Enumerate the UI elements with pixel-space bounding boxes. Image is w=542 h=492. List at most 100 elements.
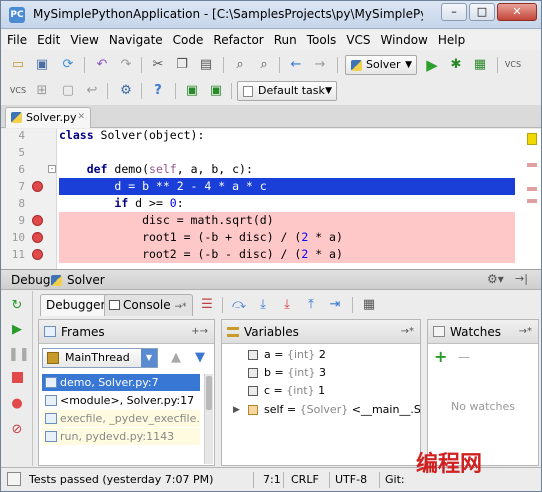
variable-row[interactable]: b = {int} 3: [230, 364, 430, 382]
previous-frame-icon[interactable]: ▲: [167, 349, 185, 367]
lock-icon[interactable]: ⊞: [33, 82, 51, 100]
force-step-into-icon[interactable]: ⤓: [278, 296, 296, 314]
save-icon[interactable]: ▣: [33, 56, 51, 74]
code-line[interactable]: 10 root1 = (-b + disc) / (2 * a): [1, 229, 521, 246]
vcs-update-icon[interactable]: VCS: [504, 56, 522, 74]
menu-vcs[interactable]: VCS: [340, 30, 374, 47]
run-to-cursor-icon[interactable]: ⇥: [326, 296, 344, 314]
code-line[interactable]: 6 - def demo(self, a, b, c):: [1, 161, 521, 178]
pause-icon[interactable]: ❚❚: [8, 346, 30, 364]
forward-icon[interactable]: →: [311, 56, 329, 74]
show-execution-point-icon[interactable]: ☰: [198, 296, 216, 314]
close-tab-icon[interactable]: ✕: [77, 108, 85, 127]
tab-solver-py[interactable]: Solver.py ✕: [5, 107, 91, 128]
maximize-button[interactable]: □: [469, 3, 495, 21]
vcs-commit-icon[interactable]: VCS: [9, 82, 27, 100]
paste-icon[interactable]: ▤: [197, 56, 215, 74]
gear-icon[interactable]: ⚙▾: [487, 272, 504, 286]
remove-watch-button[interactable]: —: [458, 350, 470, 364]
settings-icon[interactable]: ⚙: [117, 82, 135, 100]
code-line[interactable]: 8 if d >= 0:: [1, 195, 521, 212]
code-editor[interactable]: 4 class Solver(object): 5 6 - def demo(s…: [1, 129, 541, 269]
breakpoint-icon[interactable]: [32, 249, 43, 260]
expand-icon[interactable]: ▶: [233, 401, 240, 419]
menu-code[interactable]: Code: [167, 30, 208, 47]
debug-icon[interactable]: ✱: [447, 56, 465, 74]
breakpoint-icon[interactable]: [32, 215, 43, 226]
variable-row[interactable]: a = {int} 2: [230, 346, 430, 364]
frames-scrollbar[interactable]: [204, 374, 213, 464]
revert-icon[interactable]: ↩: [83, 82, 101, 100]
history-icon[interactable]: ▢: [59, 82, 77, 100]
variable-row[interactable]: ▶self = {Solver} <__main__.Solve: [230, 401, 420, 419]
frame-item[interactable]: execfile, _pydev_execfile.py: [42, 410, 200, 427]
find-icon[interactable]: ⌕: [231, 56, 249, 74]
menu-help[interactable]: Help: [432, 30, 469, 47]
resume-icon[interactable]: ▶: [8, 321, 26, 339]
breakpoint-marker[interactable]: [527, 187, 537, 191]
back-icon[interactable]: ←: [287, 56, 305, 74]
menu-file[interactable]: File: [1, 30, 31, 47]
pin-icon[interactable]: →*: [519, 320, 532, 344]
step-out-icon[interactable]: ⤒: [302, 296, 320, 314]
cut-icon[interactable]: ✂: [149, 56, 167, 74]
add-watch-button[interactable]: +: [434, 347, 447, 366]
vcs-branch[interactable]: Git:: [385, 469, 405, 491]
upload-icon[interactable]: ▣: [183, 82, 201, 100]
tab-debugger[interactable]: Debugger: [40, 294, 112, 316]
tab-console[interactable]: Console →*: [104, 294, 193, 316]
menu-refactor[interactable]: Refactor: [207, 30, 267, 47]
code-line[interactable]: 4 class Solver(object):: [1, 129, 521, 144]
fold-icon[interactable]: -: [48, 165, 56, 173]
help-icon[interactable]: ?: [149, 82, 167, 100]
frame-item[interactable]: <module>, Solver.py:17: [42, 392, 200, 409]
breakpoint-marker[interactable]: [527, 199, 537, 203]
menu-window[interactable]: Window: [375, 30, 432, 47]
menu-navigate[interactable]: Navigate: [103, 30, 167, 47]
run-icon[interactable]: ▶: [423, 56, 441, 74]
close-button[interactable]: ✕: [497, 3, 537, 21]
download-icon[interactable]: ▣: [207, 82, 225, 100]
tool-window-icon[interactable]: [7, 472, 21, 486]
warning-marker[interactable]: [527, 133, 537, 145]
minimize-button[interactable]: –: [441, 3, 467, 21]
task-select[interactable]: Default task ▼: [237, 81, 337, 101]
code-line[interactable]: 9 disc = math.sqrt(d): [1, 212, 521, 229]
run-config-select[interactable]: Solver ▼: [345, 55, 417, 75]
pin-icon[interactable]: +→: [191, 320, 208, 344]
view-breakpoints-icon[interactable]: ●: [8, 395, 26, 413]
hide-icon[interactable]: →|: [515, 272, 528, 285]
breakpoint-icon[interactable]: [32, 232, 43, 243]
menu-view[interactable]: View: [64, 30, 102, 47]
evaluate-expression-icon[interactable]: ▦: [360, 296, 378, 314]
menu-edit[interactable]: Edit: [31, 30, 64, 47]
code-line[interactable]: 7 d = b ** 2 - 4 * a * c: [1, 178, 521, 195]
frame-item[interactable]: run, pydevd.py:1143: [42, 428, 200, 445]
sync-icon[interactable]: ⟳: [59, 56, 77, 74]
mute-breakpoints-icon[interactable]: ⊘: [8, 421, 26, 439]
menu-run[interactable]: Run: [268, 30, 301, 47]
code-line[interactable]: 11 root2 = (-b - disc) / (2 * a): [1, 246, 521, 263]
next-frame-icon[interactable]: ▼: [191, 349, 209, 367]
step-over-icon[interactable]: ⤼: [230, 296, 248, 314]
redo-icon[interactable]: ↷: [117, 56, 135, 74]
undo-icon[interactable]: ↶: [93, 56, 111, 74]
open-folder-icon[interactable]: ▭: [9, 56, 27, 74]
file-encoding[interactable]: UTF-8: [335, 469, 367, 491]
pin-icon[interactable]: →*: [401, 320, 414, 344]
variable-row[interactable]: c = {int} 1: [230, 382, 430, 400]
menu-tools[interactable]: Tools: [301, 30, 341, 47]
scrollbar-thumb[interactable]: [206, 376, 212, 410]
breakpoint-marker[interactable]: [527, 163, 537, 167]
line-separator[interactable]: CRLF: [291, 469, 319, 491]
code-line[interactable]: 5: [1, 144, 521, 161]
replace-icon[interactable]: ⌕: [255, 56, 273, 74]
coverage-icon[interactable]: ▦: [471, 56, 489, 74]
breakpoint-icon[interactable]: [32, 181, 43, 192]
step-into-icon[interactable]: ⤓: [254, 296, 272, 314]
copy-icon[interactable]: ❐: [173, 56, 191, 74]
thread-select[interactable]: MainThread ▼: [42, 348, 158, 368]
cursor-position[interactable]: 7:1: [263, 469, 281, 491]
frame-item[interactable]: demo, Solver.py:7: [42, 374, 200, 391]
rerun-icon[interactable]: ↻: [8, 297, 26, 315]
